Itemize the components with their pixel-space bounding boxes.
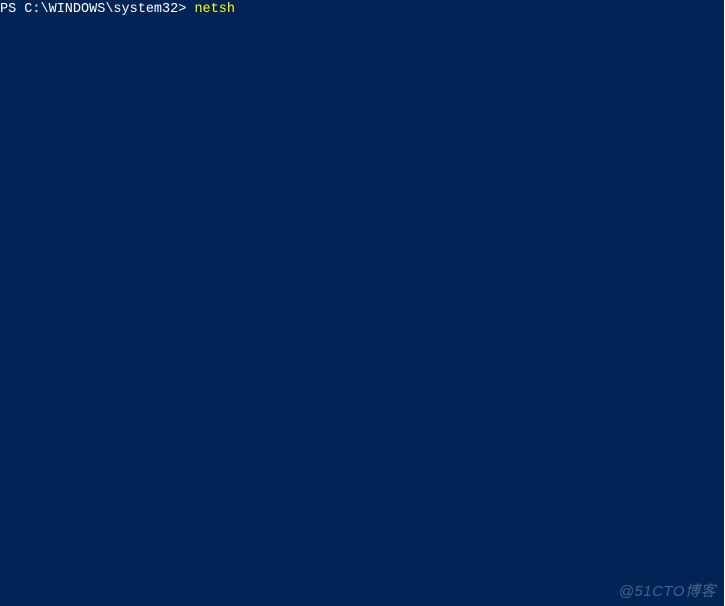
watermark-text: @51CTO博客 bbox=[619, 584, 716, 600]
terminal-line: PS C:\WINDOWS\system32> netsh bbox=[0, 2, 724, 18]
command-text: netsh bbox=[194, 2, 235, 17]
powershell-terminal[interactable]: PS C:\WINDOWS\system32> netsh @51CTO博客 bbox=[0, 0, 724, 606]
prompt-text: PS C:\WINDOWS\system32> bbox=[0, 2, 194, 17]
